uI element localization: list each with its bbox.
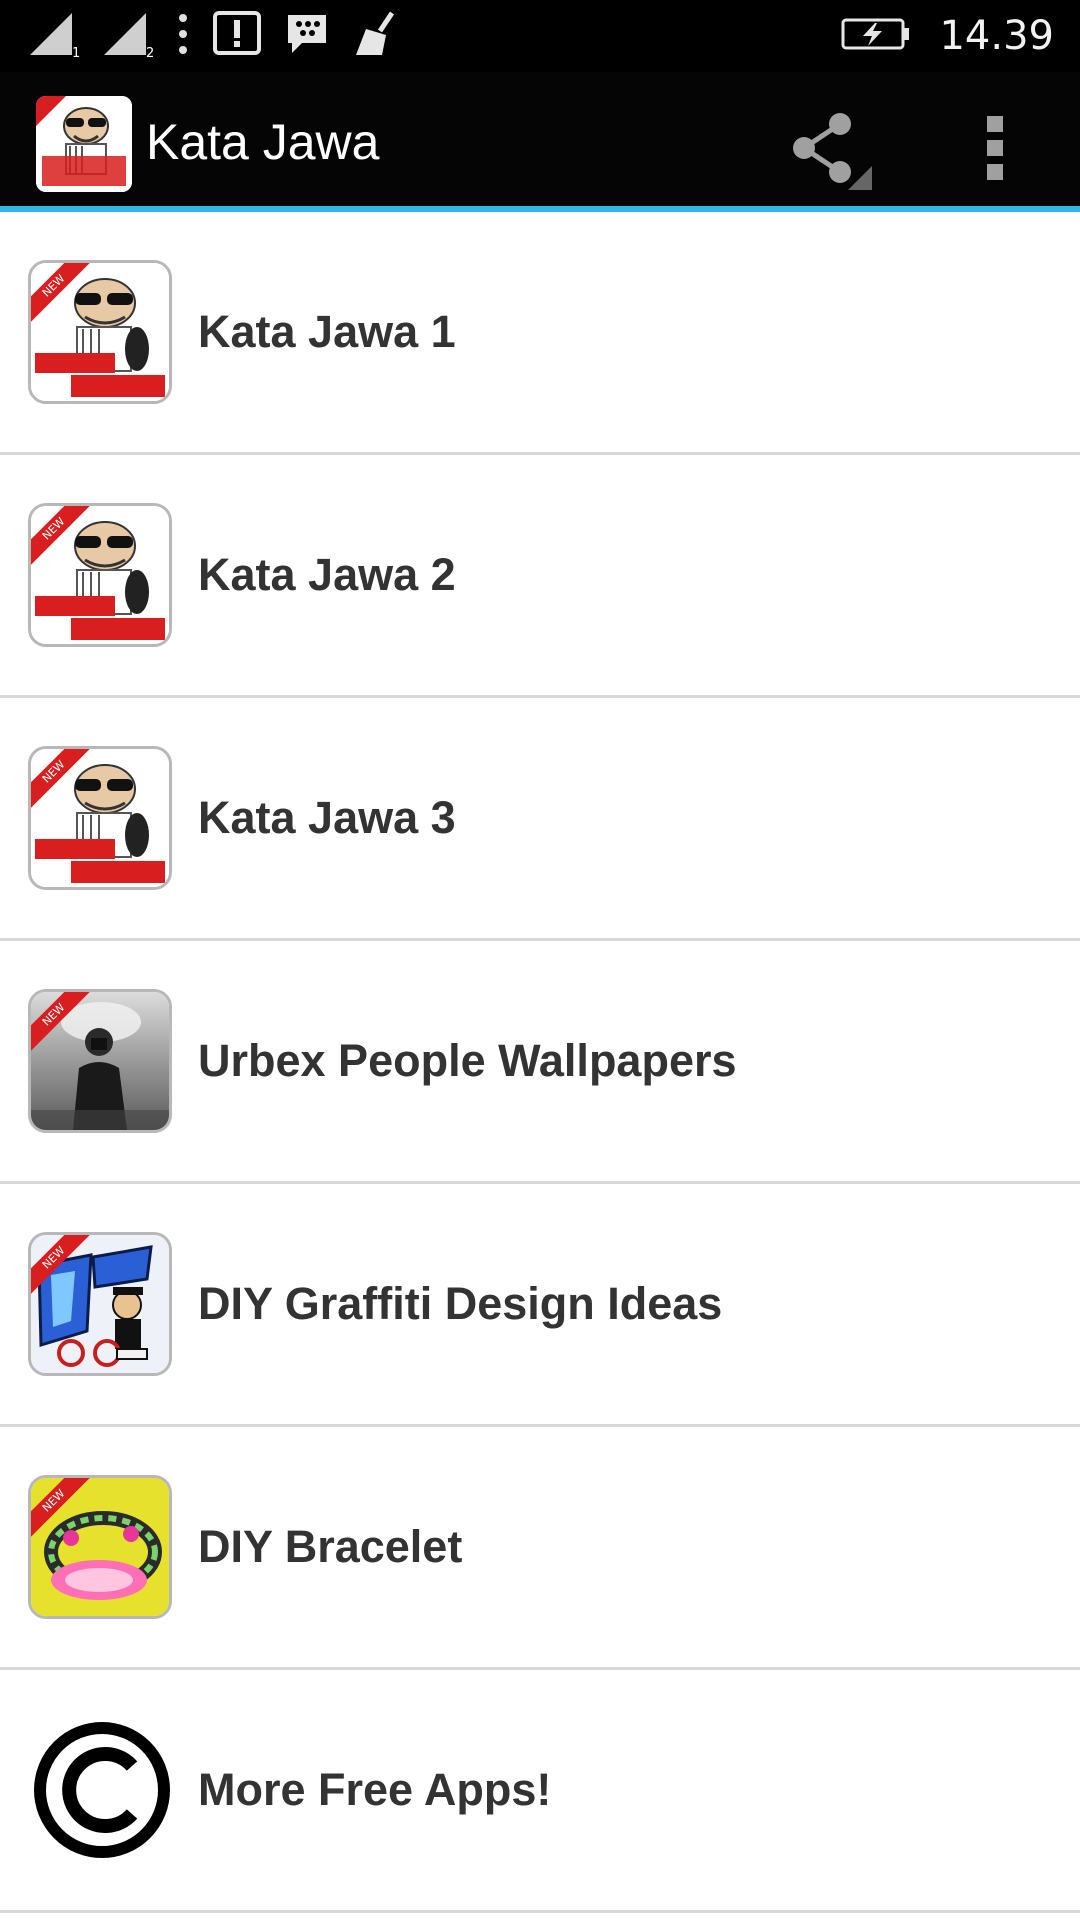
list-item-label: DIY Bracelet bbox=[198, 1521, 463, 1572]
overflow-menu-icon bbox=[964, 116, 1030, 202]
list-item-label: Kata Jawa 2 bbox=[198, 549, 456, 600]
graffiti-icon: NEW bbox=[28, 1232, 172, 1376]
list-item-label: DIY Graffiti Design Ideas bbox=[198, 1278, 723, 1329]
app-title: Kata Jawa bbox=[146, 114, 380, 170]
status-clock: 14.39 bbox=[939, 13, 1054, 59]
cleaner-broom-icon bbox=[352, 11, 398, 62]
list-item-label: Urbex People Wallpapers bbox=[198, 1035, 737, 1086]
share-icon bbox=[782, 113, 878, 202]
share-button[interactable] bbox=[782, 102, 878, 198]
list-item-label: Kata Jawa 3 bbox=[198, 792, 456, 843]
signal-sim1-icon: 1 bbox=[28, 9, 80, 64]
app-list: NEW Kata Jawa 1 NEW Kata Jawa 2 NEW Kata… bbox=[0, 212, 1080, 1913]
bracelet-icon: NEW bbox=[28, 1475, 172, 1619]
kata-jawa-app-icon[interactable] bbox=[36, 96, 132, 192]
signal-sim2-icon: 2 bbox=[102, 9, 154, 64]
copyright-icon bbox=[28, 1718, 172, 1862]
alert-icon bbox=[212, 10, 262, 63]
list-item[interactable]: NEW Urbex People Wallpapers bbox=[0, 941, 1080, 1184]
svg-text:2: 2 bbox=[146, 46, 154, 59]
list-item[interactable]: NEW Kata Jawa 1 bbox=[0, 212, 1080, 455]
list-item[interactable]: NEW DIY Graffiti Design Ideas bbox=[0, 1184, 1080, 1427]
overflow-menu-button[interactable] bbox=[964, 102, 1030, 198]
list-item[interactable]: NEW DIY Bracelet bbox=[0, 1427, 1080, 1670]
more-notifications-icon bbox=[176, 12, 190, 61]
status-bar: 1 2 14.39 bbox=[0, 0, 1080, 72]
kata-jawa-icon: NEW bbox=[28, 260, 172, 404]
svg-text:1: 1 bbox=[72, 46, 80, 59]
urbex-wallpapers-icon: NEW bbox=[28, 989, 172, 1133]
list-item-label: Kata Jawa 1 bbox=[198, 306, 456, 357]
list-item[interactable]: NEW Kata Jawa 3 bbox=[0, 698, 1080, 941]
kata-jawa-icon: NEW bbox=[28, 746, 172, 890]
list-item[interactable]: More Free Apps! bbox=[0, 1670, 1080, 1913]
bbm-chat-icon bbox=[284, 11, 330, 62]
list-item[interactable]: NEW Kata Jawa 2 bbox=[0, 455, 1080, 698]
kata-jawa-icon: NEW bbox=[28, 503, 172, 647]
action-bar: Kata Jawa bbox=[0, 72, 1080, 212]
battery-charging-icon bbox=[841, 17, 911, 56]
list-item-label: More Free Apps! bbox=[198, 1764, 552, 1815]
